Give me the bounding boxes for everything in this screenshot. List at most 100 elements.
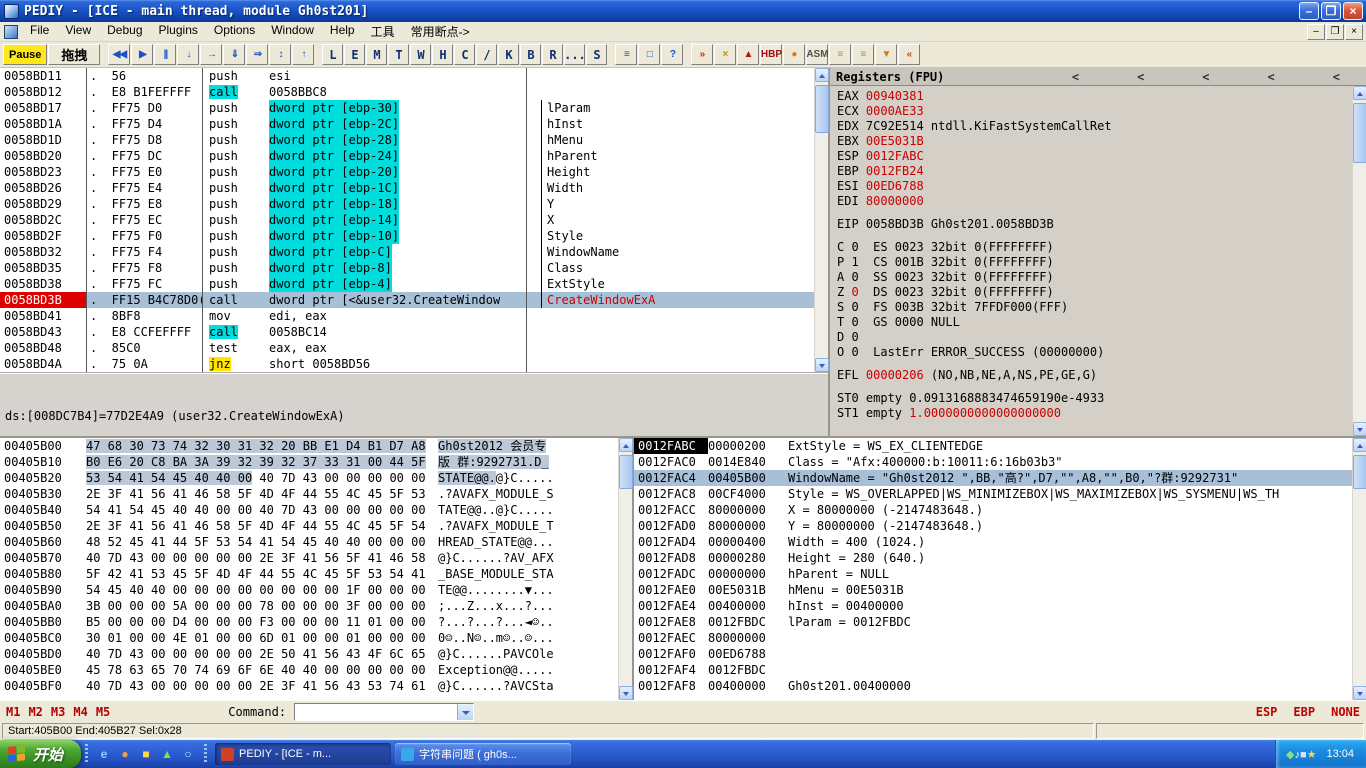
disasm-row[interactable]: 0058BD12 . E8 B1FEFFFF call 0058BBC8 xyxy=(0,84,816,100)
panel-button-patches[interactable]: / xyxy=(476,44,498,65)
command-input[interactable] xyxy=(295,703,458,720)
disasm-row[interactable]: 0058BD23 . FF75 E0 push dword ptr [ebp-20] H… xyxy=(0,164,816,180)
disasm-row[interactable]: 0058BD2C . FF75 EC push dword ptr [ebp-14] X xyxy=(0,212,816,228)
scroll-up-arrow-icon[interactable] xyxy=(1353,86,1366,100)
media-player-icon[interactable]: ● xyxy=(117,746,133,762)
scroll-down-arrow-icon[interactable] xyxy=(619,686,633,700)
task-pediy[interactable]: PEDIY - [ICE - m... xyxy=(215,743,392,765)
dump-row[interactable]: 00405B30 2E 3F 41 56 41 46 58 5F 4D 4F 44… xyxy=(0,486,632,502)
dump-row[interactable]: 00405BA0 3B 00 00 00 5A 00 00 00 78 00 00… xyxy=(0,598,632,614)
stack-row[interactable]: 0012FAE0 00E5031B hMenu = 00E5031B xyxy=(634,582,1366,598)
scroll-thumb[interactable] xyxy=(1353,103,1366,163)
disasm-row[interactable]: 0058BD35 . FF75 F8 push dword ptr [ebp-8] Cl… xyxy=(0,260,816,276)
disasm-row[interactable]: 0058BD29 . FF75 E8 push dword ptr [ebp-18] Y xyxy=(0,196,816,212)
plugin-box2-button[interactable]: « xyxy=(898,44,921,65)
menu-plugins[interactable]: Plugins xyxy=(151,21,206,42)
stack-row[interactable]: 0012FAC4 00405B00 WindowName = "Gh0st2012 … xyxy=(634,470,1366,486)
menu-tools[interactable]: 工具 xyxy=(363,21,403,42)
disasm-row[interactable]: 0058BD11 . 56 push esi xyxy=(0,68,816,84)
registers-pane-arrow-icon[interactable]: < xyxy=(1137,70,1144,84)
menu-debug[interactable]: Debug xyxy=(99,21,150,42)
plugin-up-button[interactable]: ▲ xyxy=(737,44,760,65)
scroll-thumb[interactable] xyxy=(815,85,829,133)
step-into-button[interactable]: ↓ xyxy=(177,44,200,65)
disasm-row[interactable]: 0058BD1A . FF75 D4 push dword ptr [ebp-2C] h… xyxy=(0,116,816,132)
panel-button-log[interactable]: L xyxy=(322,44,344,65)
restart-button[interactable]: ◀◀ xyxy=(108,44,131,65)
dump-row[interactable]: 00405BB0 B5 00 00 00 D4 00 00 00 F3 00 00… xyxy=(0,614,632,630)
dump-row[interactable]: 00405B70 40 7D 43 00 00 00 00 00 2E 3F 41… xyxy=(0,550,632,566)
scroll-down-arrow-icon[interactable] xyxy=(815,358,829,372)
help-button[interactable]: ? xyxy=(661,44,684,65)
registers-scrollbar[interactable] xyxy=(1352,86,1366,436)
step-over-button[interactable]: → xyxy=(200,44,223,65)
dump-row[interactable]: 00405B80 5F 42 41 53 45 5F 4D 4F 44 55 4C… xyxy=(0,566,632,582)
disasm-row[interactable]: 0058BD38 . FF75 FC push dword ptr [ebp-4] Ex… xyxy=(0,276,816,292)
panel-button-executables[interactable]: E xyxy=(344,44,366,65)
menu-view[interactable]: View xyxy=(57,21,99,42)
stack-row[interactable]: 0012FAD4 00000400 Width = 400 (1024.) xyxy=(634,534,1366,550)
stack-row[interactable]: 0012FAC8 00CF4000 Style = WS_OVERLAPPED|WS… xyxy=(634,486,1366,502)
drag-plugin-button[interactable]: 拖拽 xyxy=(48,44,101,65)
disasm-row[interactable]: 0058BD2F . FF75 F0 push dword ptr [ebp-10] S… xyxy=(0,228,816,244)
trace-button[interactable]: ↕ xyxy=(269,44,292,65)
scroll-up-arrow-icon[interactable] xyxy=(815,68,829,82)
disasm-row[interactable]: 0058BD48 . 85C0 test eax, eax xyxy=(0,340,816,356)
disassembly-scrollbar[interactable] xyxy=(814,68,829,372)
stack-row[interactable]: 0012FAEC 80000000 xyxy=(634,630,1366,646)
stack-row[interactable]: 0012FAC0 0014E840 Class = "Afx:400000:b:10… xyxy=(634,454,1366,470)
command-tab-m2[interactable]: M2 xyxy=(28,705,42,719)
stack-scrollbar[interactable] xyxy=(1352,438,1366,700)
disasm-row[interactable]: 0058BD4A . 75 0A jnz short 0058BD56 xyxy=(0,356,816,372)
scroll-down-arrow-icon[interactable] xyxy=(1353,422,1366,436)
scroll-up-arrow-icon[interactable] xyxy=(1353,438,1366,452)
dump-scrollbar[interactable] xyxy=(618,438,633,700)
plugin-cut-button[interactable]: × xyxy=(714,44,737,65)
scroll-down-arrow-icon[interactable] xyxy=(1353,686,1366,700)
plugin-fly-button[interactable]: » xyxy=(691,44,714,65)
mdi-minimize-button[interactable]: – xyxy=(1307,23,1325,40)
minimize-button[interactable]: – xyxy=(1299,2,1319,20)
dump-row[interactable]: 00405B20 53 54 41 54 45 40 40 00 40 7D 43… xyxy=(0,470,632,486)
ie-icon[interactable]: e xyxy=(96,746,112,762)
disasm-row[interactable]: 0058BD3B. FF15 B4C78D0(call dword ptr [<&… xyxy=(0,292,816,308)
panel-button-run-trace[interactable]: ... xyxy=(564,44,586,65)
stack-row[interactable]: 0012FAD8 00000280 Height = 280 (640.) xyxy=(634,550,1366,566)
panel-button-references[interactable]: R xyxy=(542,44,564,65)
stack-row[interactable]: 0012FAF0 00ED6788 xyxy=(634,646,1366,662)
registers-pane-arrow-icon[interactable]: < xyxy=(1268,70,1275,84)
command-tab-m5[interactable]: M5 xyxy=(96,705,110,719)
panel-button-memory[interactable]: M xyxy=(366,44,388,65)
panel-button-threads[interactable]: T xyxy=(388,44,410,65)
execute-till-return-button[interactable]: ↑ xyxy=(292,44,315,65)
run-button[interactable]: ▶ xyxy=(131,44,154,65)
dump-row[interactable]: 00405BD0 40 7D 43 00 00 00 00 00 2E 50 41… xyxy=(0,646,632,662)
scroll-thumb[interactable] xyxy=(1353,455,1366,489)
registers-pane-arrow-icon[interactable]: < xyxy=(1202,70,1209,84)
pause-button[interactable]: || xyxy=(154,44,177,65)
scroll-track[interactable] xyxy=(619,452,633,686)
command-tab-m1[interactable]: M1 xyxy=(6,705,20,719)
mdi-close-button[interactable]: × xyxy=(1345,23,1363,40)
plugin-hbp-button[interactable]: HBP xyxy=(760,44,783,65)
pause-status-button[interactable]: Pause xyxy=(3,44,48,65)
network-tray-icon[interactable]: ■ xyxy=(1300,749,1307,761)
disasm-row[interactable]: 0058BD43 . E8 CCFEFFFF call 0058BC14 xyxy=(0,324,816,340)
disasm-row[interactable]: 0058BD1D . FF75 D8 push dword ptr [ebp-28] h… xyxy=(0,132,816,148)
start-button[interactable]: 开始 xyxy=(0,740,82,768)
stack-row[interactable]: 0012FAF4 0012FBDC xyxy=(634,662,1366,678)
mdi-restore-button[interactable]: ❐ xyxy=(1326,23,1344,40)
animate-over-button[interactable]: ⇒ xyxy=(246,44,269,65)
disasm-row[interactable]: 0058BD17 . FF75 D0 push dword ptr [ebp-30] l… xyxy=(0,100,816,116)
dump-row[interactable]: 00405B10 B0 E6 20 C8 BA 3A 39 32 39 32 37… xyxy=(0,454,632,470)
dump-row[interactable]: 00405B50 2E 3F 41 56 41 46 58 5F 4D 4F 44… xyxy=(0,518,632,534)
plugin-db2-button[interactable]: ≡ xyxy=(852,44,875,65)
stack-row[interactable]: 0012FADC 00000000 hParent = NULL xyxy=(634,566,1366,582)
stack-row[interactable]: 0012FACC 80000000 X = 80000000 (-214748364… xyxy=(634,502,1366,518)
restore-button[interactable]: ❐ xyxy=(1321,2,1341,20)
qq-icon[interactable]: ○ xyxy=(180,746,196,762)
disasm-row[interactable]: 0058BD41 . 8BF8 mov edi, eax xyxy=(0,308,816,324)
ime-tray-icon[interactable]: ★ xyxy=(1307,749,1317,761)
stack-row[interactable]: 0012FAD0 80000000 Y = 80000000 (-214748364… xyxy=(634,518,1366,534)
menu-file[interactable]: File xyxy=(22,21,57,42)
